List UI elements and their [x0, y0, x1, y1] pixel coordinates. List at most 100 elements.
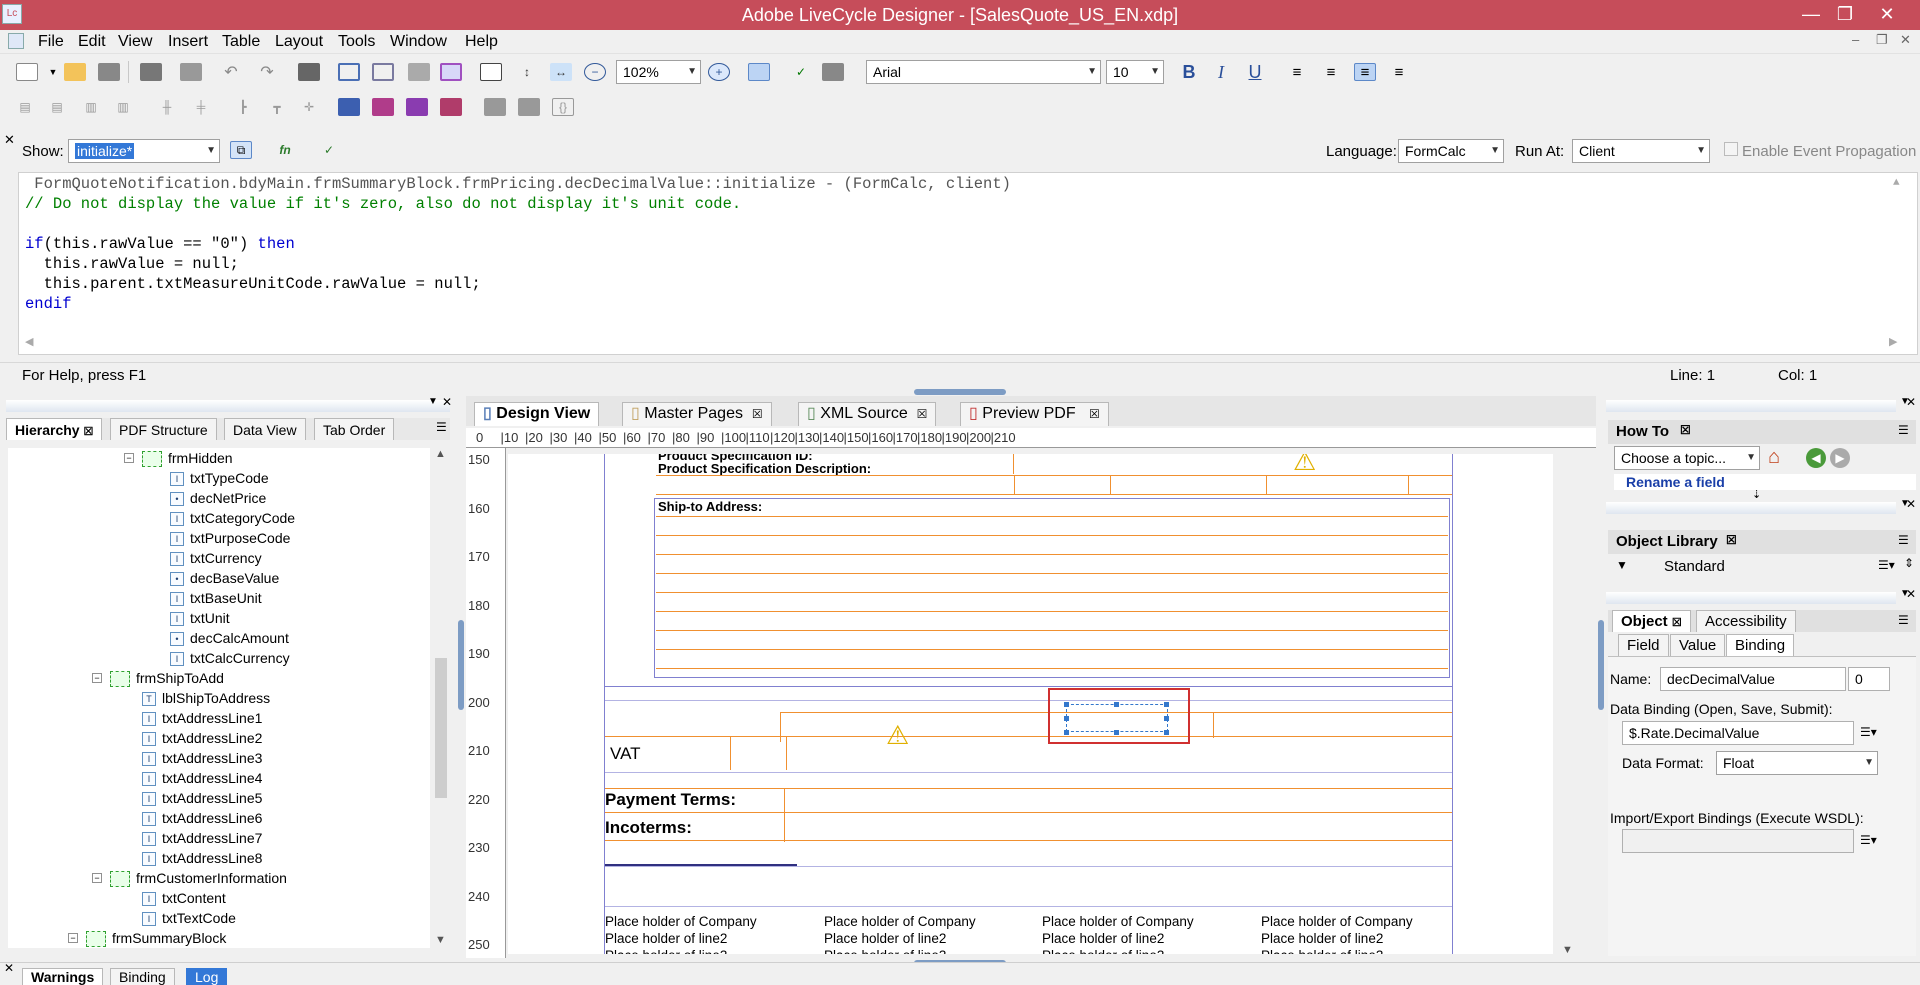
scroll-updown-icon[interactable]: ⇕ — [1904, 556, 1914, 570]
tab-menu-icon[interactable]: ☰ — [1898, 533, 1909, 547]
mdi-minimize-icon[interactable]: – — [1852, 32, 1859, 47]
ship-to-frame[interactable] — [654, 498, 1450, 678]
tab-close-icon[interactable]: ☒ — [1089, 407, 1100, 421]
scroll-up-icon[interactable]: ▲ — [1893, 177, 1900, 189]
panel-grip[interactable] — [1606, 502, 1896, 514]
distribute-down-icon[interactable]: ┳ — [266, 98, 288, 116]
tab-master-pages[interactable]: ▯ Master Pages ☒ — [622, 402, 772, 426]
object-boundaries-icon[interactable] — [440, 63, 462, 81]
save-icon[interactable] — [98, 63, 120, 81]
howto-link[interactable]: Rename a field — [1626, 474, 1725, 490]
howto-topic-select[interactable]: Choose a topic... ▼ — [1614, 446, 1760, 470]
close-button[interactable]: ✕ — [1870, 0, 1904, 30]
italic-icon[interactable]: I — [1210, 62, 1232, 82]
placeholder-text[interactable]: Place holder of line2 — [1042, 931, 1164, 946]
expand-icon[interactable]: ⇣ — [1752, 488, 1761, 501]
tools-icon[interactable] — [408, 63, 430, 81]
mdi-restore-icon[interactable]: ❐ — [1876, 32, 1888, 48]
tab-close-icon[interactable]: ☒ — [1680, 423, 1691, 437]
align-vertical-center-icon[interactable]: ╫ — [156, 98, 178, 116]
tree-node[interactable]: ItxtAddressLine8 — [142, 848, 262, 868]
placeholder-text[interactable]: Place holder of line2 — [605, 931, 727, 946]
tree-node[interactable]: ItxtCalcCurrency — [170, 648, 290, 668]
center-page-icon[interactable]: ✛ — [298, 98, 320, 116]
restore-button[interactable]: ❐ — [1828, 0, 1862, 30]
tree-node[interactable]: frmHidden — [142, 448, 233, 468]
fit-page-icon[interactable] — [748, 63, 770, 81]
category-menu-icon[interactable]: ☰▾ — [1878, 558, 1895, 572]
grid-icon[interactable] — [338, 63, 360, 81]
fit-height-icon[interactable]: ↕ — [516, 63, 538, 81]
spell-check-icon[interactable]: ✓ — [790, 63, 812, 81]
tree-node[interactable]: frmShipToAdd — [110, 668, 224, 688]
align-right-edges-icon[interactable]: ▤ — [46, 98, 68, 116]
snap-grid-icon[interactable] — [372, 63, 394, 81]
menu-tools[interactable]: Tools — [338, 33, 375, 51]
ungroup-icon[interactable] — [518, 98, 540, 116]
justify-icon[interactable]: ≡ — [1388, 63, 1410, 81]
menu-table[interactable]: Table — [222, 33, 260, 51]
back-icon[interactable]: ◀ — [1806, 448, 1826, 468]
minimize-button[interactable]: — — [1794, 0, 1828, 30]
paint-icon[interactable] — [180, 63, 202, 81]
tab-menu-icon[interactable]: ☰ — [1898, 423, 1909, 437]
run-at-select[interactable]: Client ▼ — [1572, 139, 1710, 163]
tree-node[interactable]: • decCalcAmount — [170, 628, 289, 648]
send-backward-icon[interactable] — [440, 98, 462, 116]
format-select[interactable]: Float ▼ — [1716, 751, 1878, 775]
tab-warnings[interactable]: Warnings — [22, 968, 104, 985]
import-input[interactable] — [1622, 829, 1854, 853]
align-left-edges-icon[interactable]: ▤ — [14, 98, 36, 116]
incoterms-label[interactable]: Incoterms: — [605, 818, 692, 838]
tab-close-icon[interactable]: ☒ — [83, 426, 93, 438]
menu-edit[interactable]: Edit — [78, 33, 106, 51]
resize-handle[interactable] — [1164, 730, 1169, 735]
tab-hierarchy[interactable]: Hierarchy ☒ — [6, 418, 103, 440]
tree-node[interactable]: ItxtAddressLine5 — [142, 788, 262, 808]
menu-file[interactable]: File — [38, 33, 64, 51]
tab-binding[interactable]: Binding — [110, 968, 175, 985]
mdi-close-icon[interactable]: ✕ — [1900, 32, 1911, 48]
tree-node[interactable]: • decBaseValue — [170, 568, 279, 588]
placeholder-text[interactable]: Place holder of line2 — [1261, 931, 1383, 946]
event-select[interactable]: initialize* ▼ — [68, 139, 220, 163]
tree-node[interactable]: ItxtPurposeCode — [170, 528, 290, 548]
resize-handle[interactable] — [1064, 702, 1069, 707]
bring-forward-icon[interactable] — [406, 98, 428, 116]
tree-node[interactable]: ItxtTypeCode — [170, 468, 269, 488]
scroll-right-icon[interactable]: ▶ — [1889, 335, 1897, 349]
print-icon[interactable] — [140, 63, 162, 81]
menu-window[interactable]: Window — [390, 33, 447, 51]
tab-close-icon[interactable]: ☒ — [752, 407, 763, 421]
tab-accessibility[interactable]: Accessibility — [1696, 610, 1796, 632]
panel-grip[interactable] — [6, 400, 450, 412]
tree-node[interactable]: ItxtAddressLine6 — [142, 808, 262, 828]
tab-preview-pdf[interactable]: ▯ Preview PDF ☒ — [960, 402, 1109, 426]
menu-help[interactable]: Help — [465, 33, 498, 51]
check-syntax-icon[interactable]: ✓ — [318, 141, 340, 159]
undo-icon[interactable]: ↶ — [220, 63, 242, 81]
tree-node[interactable]: frmSummaryBlock — [86, 928, 226, 948]
tree-node[interactable]: ItxtCurrency — [170, 548, 262, 568]
panel-close-icon[interactable]: ✕ — [1906, 395, 1916, 409]
collapse-icon[interactable]: − — [92, 673, 102, 683]
design-canvas[interactable]: Product Specification ID: Product Specif… — [508, 454, 1553, 954]
binding-input[interactable]: $.Rate.DecimalValue — [1622, 721, 1854, 745]
tab-close-icon[interactable]: ☒ — [1672, 617, 1682, 629]
placeholder-text[interactable]: Place holder of Company — [1042, 914, 1194, 929]
tree-node[interactable]: ItxtAddressLine4 — [142, 768, 262, 788]
distribute-across-icon[interactable]: ┣ — [232, 98, 254, 116]
find-icon[interactable] — [298, 63, 320, 81]
tab-close-icon[interactable]: ☒ — [917, 407, 928, 421]
resize-handle[interactable] — [1114, 730, 1119, 735]
canvas-scrollbar[interactable]: ▼ — [1556, 454, 1578, 958]
align-horizontal-center-icon[interactable]: ╪ — [190, 98, 212, 116]
placeholder-text[interactable]: Place holder of line3 — [1042, 948, 1164, 954]
tree-node[interactable]: frmCustomerInformation — [110, 868, 287, 888]
splitter-grip[interactable] — [458, 620, 464, 710]
resize-handle[interactable] — [1164, 716, 1169, 721]
resize-handle[interactable] — [1064, 716, 1069, 721]
dec-decimal-value-field[interactable] — [1066, 704, 1168, 732]
group-icon[interactable] — [484, 98, 506, 116]
tab-log[interactable]: Log — [186, 968, 228, 985]
